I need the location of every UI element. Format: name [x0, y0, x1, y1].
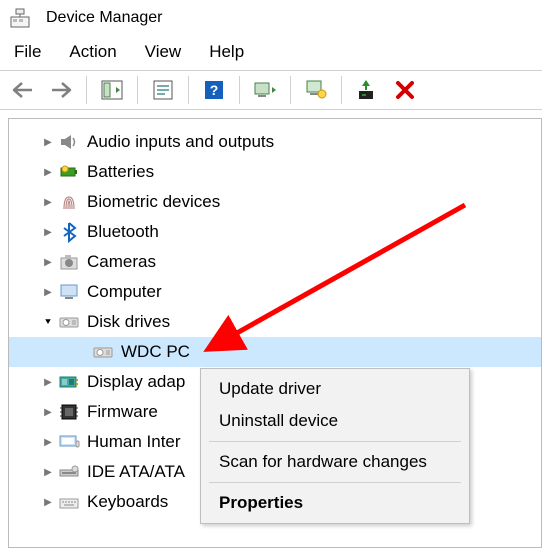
tree-label: Display adap — [87, 372, 185, 392]
bluetooth-icon — [57, 220, 81, 244]
disk-drive-icon — [57, 310, 81, 334]
display-adapter-icon — [57, 370, 81, 394]
ctx-update-driver[interactable]: Update driver — [201, 373, 469, 405]
tree-label: Biometric devices — [87, 192, 220, 212]
tree-label: WDC PC — [121, 342, 190, 362]
tree-node-computer[interactable]: ▶ Computer — [9, 277, 541, 307]
menu-action[interactable]: Action — [69, 42, 116, 62]
tree-label: Disk drives — [87, 312, 170, 332]
tree-label: Computer — [87, 282, 162, 302]
menu-bar: File Action View Help — [0, 36, 542, 70]
toolbar: ? — [0, 70, 542, 110]
ctx-properties[interactable]: Properties — [201, 487, 469, 519]
chevron-right-icon[interactable]: ▶ — [39, 287, 57, 298]
fingerprint-icon — [57, 190, 81, 214]
toolbar-separator — [137, 76, 138, 104]
context-menu: Update driver Uninstall device Scan for … — [200, 368, 470, 524]
chevron-down-icon[interactable]: ⯆ — [39, 317, 57, 328]
toolbar-separator — [239, 76, 240, 104]
chevron-right-icon[interactable]: ▶ — [39, 257, 57, 268]
tree-node-disk-child[interactable]: WDC PC — [9, 337, 541, 367]
toolbar-separator — [86, 76, 87, 104]
tree-label: Firmware — [87, 402, 158, 422]
computer-icon — [57, 280, 81, 304]
tree-node-cameras[interactable]: ▶ Cameras — [9, 247, 541, 277]
tree-label: Bluetooth — [87, 222, 159, 242]
chevron-right-icon[interactable]: ▶ — [39, 197, 57, 208]
tree-label: Keyboards — [87, 492, 168, 512]
toolbar-separator — [188, 76, 189, 104]
update-driver-button[interactable] — [299, 75, 333, 105]
forward-button[interactable] — [44, 75, 78, 105]
tree-node-disk-drives[interactable]: ⯆ Disk drives — [9, 307, 541, 337]
back-button[interactable] — [6, 75, 40, 105]
uninstall-button[interactable] — [388, 75, 422, 105]
ide-icon — [57, 460, 81, 484]
toolbar-separator — [341, 76, 342, 104]
tree-label: Human Inter — [87, 432, 181, 452]
help-button[interactable]: ? — [197, 75, 231, 105]
chevron-right-icon[interactable]: ▶ — [39, 137, 57, 148]
chevron-right-icon[interactable]: ▶ — [39, 497, 57, 508]
context-menu-separator — [209, 441, 461, 442]
tree-label: Batteries — [87, 162, 154, 182]
tree-node-biometric[interactable]: ▶ Biometric devices — [9, 187, 541, 217]
menu-help[interactable]: Help — [209, 42, 244, 62]
speaker-icon — [57, 130, 81, 154]
battery-icon — [57, 160, 81, 184]
hid-icon — [57, 430, 81, 454]
tree-node-batteries[interactable]: ▶ Batteries — [9, 157, 541, 187]
properties-button[interactable] — [146, 75, 180, 105]
menu-file[interactable]: File — [14, 42, 41, 62]
context-menu-separator — [209, 482, 461, 483]
tree-label: Cameras — [87, 252, 156, 272]
menu-view[interactable]: View — [145, 42, 182, 62]
tree-label: IDE ATA/ATA — [87, 462, 185, 482]
tree-label: Audio inputs and outputs — [87, 132, 274, 152]
show-hide-tree-button[interactable] — [95, 75, 129, 105]
chevron-right-icon[interactable]: ▶ — [39, 227, 57, 238]
ctx-uninstall-device[interactable]: Uninstall device — [201, 405, 469, 437]
svg-text:?: ? — [210, 82, 219, 98]
firmware-icon — [57, 400, 81, 424]
chevron-right-icon[interactable]: ▶ — [39, 167, 57, 178]
scan-hardware-button[interactable] — [248, 75, 282, 105]
camera-icon — [57, 250, 81, 274]
chevron-right-icon[interactable]: ▶ — [39, 377, 57, 388]
tree-node-bluetooth[interactable]: ▶ Bluetooth — [9, 217, 541, 247]
keyboard-icon — [57, 490, 81, 514]
app-icon — [8, 6, 32, 30]
window-title: Device Manager — [46, 9, 163, 27]
toolbar-separator — [290, 76, 291, 104]
disk-drive-icon — [91, 340, 115, 364]
chevron-right-icon[interactable]: ▶ — [39, 437, 57, 448]
tree-node-audio[interactable]: ▶ Audio inputs and outputs — [9, 127, 541, 157]
chevron-right-icon[interactable]: ▶ — [39, 467, 57, 478]
ctx-scan-hardware[interactable]: Scan for hardware changes — [201, 446, 469, 478]
chevron-right-icon[interactable]: ▶ — [39, 407, 57, 418]
titlebar: Device Manager — [0, 0, 542, 36]
install-legacy-button[interactable] — [350, 75, 384, 105]
